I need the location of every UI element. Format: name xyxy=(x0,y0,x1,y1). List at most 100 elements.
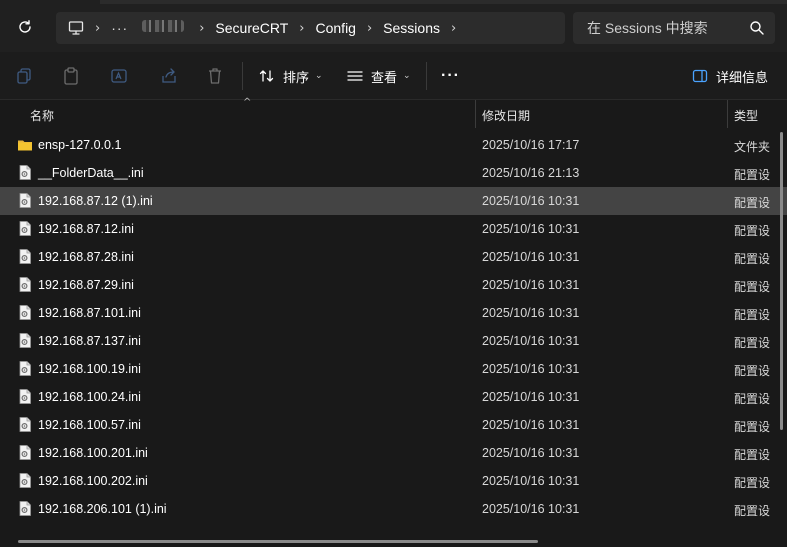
toolbar-divider xyxy=(426,62,427,90)
toolbar-divider xyxy=(242,62,243,90)
ini-file-icon xyxy=(19,305,31,320)
file-row[interactable]: 192.168.100.57.ini 2025/10/16 10:31 配置设 xyxy=(0,411,787,439)
file-name: ensp-127.0.0.1 xyxy=(38,138,122,152)
ini-file-icon xyxy=(19,389,31,404)
ini-file-icon xyxy=(19,361,31,376)
file-modified: 2025/10/16 21:13 xyxy=(482,166,580,180)
file-name: 192.168.87.137.ini xyxy=(38,334,141,348)
view-label: 查看 xyxy=(371,69,398,85)
ini-file-icon xyxy=(19,417,31,432)
breadcrumb-overflow-button[interactable]: ··· xyxy=(111,20,128,36)
ini-file-icon xyxy=(19,333,31,348)
file-type: 配置设 xyxy=(734,196,771,210)
paste-icon[interactable] xyxy=(62,67,80,85)
column-modified-header[interactable]: 修改日期 xyxy=(482,107,530,124)
file-name: 192.168.100.202.ini xyxy=(38,474,148,488)
file-name: 192.168.206.101 (1).ini xyxy=(38,502,167,516)
file-modified: 2025/10/16 10:31 xyxy=(482,474,580,488)
file-name: 192.168.87.28.ini xyxy=(38,250,134,264)
file-modified: 2025/10/16 10:31 xyxy=(482,250,580,264)
vertical-scrollbar[interactable] xyxy=(780,132,783,430)
chevron-right-icon: › xyxy=(95,20,101,36)
blurred-crumb[interactable] xyxy=(142,20,185,36)
chevron-right-icon[interactable]: › xyxy=(451,21,456,36)
sort-ascending-icon: ^ xyxy=(243,97,252,108)
file-name: 192.168.100.24.ini xyxy=(38,390,141,404)
folder-row[interactable]: ensp-127.0.0.1 2025/10/16 17:17 文件夹 xyxy=(0,131,787,159)
file-row[interactable]: 192.168.87.29.ini 2025/10/16 10:31 配置设 xyxy=(0,271,787,299)
file-modified: 2025/10/16 10:31 xyxy=(482,362,580,376)
column-resize-handle[interactable] xyxy=(727,100,728,128)
address-bar-row: › ··· › SecureCRT › Config › Sessions › … xyxy=(0,0,787,52)
file-type: 配置设 xyxy=(734,504,771,518)
file-type: 文件夹 xyxy=(734,140,771,154)
file-type: 配置设 xyxy=(734,336,771,350)
column-name-header[interactable]: 名称 xyxy=(30,107,54,124)
file-type: 配置设 xyxy=(734,252,771,266)
file-name: 192.168.87.12.ini xyxy=(38,222,134,236)
more-options-button[interactable]: ··· xyxy=(441,67,460,85)
folder-icon xyxy=(18,140,32,151)
address-bar[interactable]: › ··· › SecureCRT › Config › Sessions › xyxy=(56,12,565,44)
sort-button[interactable]: 排序 ⌄ xyxy=(259,65,323,87)
file-modified: 2025/10/16 10:31 xyxy=(482,222,580,236)
file-row[interactable]: 192.168.87.12 (1).ini 2025/10/16 10:31 配置设 xyxy=(0,187,787,215)
ini-file-icon xyxy=(19,249,31,264)
breadcrumb-securecrt[interactable]: SecureCRT xyxy=(215,20,288,36)
file-row[interactable]: 192.168.87.101.ini 2025/10/16 10:31 配置设 xyxy=(0,299,787,327)
ini-file-icon xyxy=(19,501,31,516)
this-pc-icon xyxy=(68,21,84,35)
file-row[interactable]: 192.168.100.19.ini 2025/10/16 10:31 配置设 xyxy=(0,355,787,383)
chevron-right-icon: › xyxy=(199,20,205,36)
file-modified: 2025/10/16 10:31 xyxy=(482,390,580,404)
file-modified: 2025/10/16 10:31 xyxy=(482,306,580,320)
copy-icon[interactable] xyxy=(16,67,34,85)
ini-file-icon xyxy=(19,445,31,460)
file-row[interactable]: 192.168.100.202.ini 2025/10/16 10:31 配置设 xyxy=(0,467,787,495)
share-icon[interactable] xyxy=(160,67,178,85)
ini-file-icon xyxy=(19,165,31,180)
file-list: ensp-127.0.0.1 2025/10/16 17:17 文件夹 __Folde… xyxy=(0,131,787,539)
chevron-right-icon: › xyxy=(366,20,373,36)
search-input[interactable]: 在 Sessions 中搜索 xyxy=(573,12,775,44)
breadcrumb-sessions[interactable]: Sessions xyxy=(383,20,440,36)
file-name: 192.168.100.57.ini xyxy=(38,418,141,432)
ini-file-icon xyxy=(19,221,31,236)
file-row[interactable]: 192.168.87.12.ini 2025/10/16 10:31 配置设 xyxy=(0,215,787,243)
file-name: __FolderData__.ini xyxy=(38,166,144,180)
refresh-button[interactable] xyxy=(14,16,36,38)
rename-icon[interactable] xyxy=(110,67,128,85)
file-modified: 2025/10/16 10:31 xyxy=(482,278,580,292)
breadcrumb-config[interactable]: Config xyxy=(316,20,356,36)
horizontal-scrollbar[interactable] xyxy=(18,540,538,543)
view-list-icon xyxy=(347,71,363,81)
file-row[interactable]: 192.168.206.101 (1).ini 2025/10/16 10:31 配… xyxy=(0,495,787,523)
file-type: 配置设 xyxy=(734,392,771,406)
column-resize-handle[interactable] xyxy=(475,100,476,128)
column-type-header[interactable]: 类型 xyxy=(734,107,758,124)
file-type: 配置设 xyxy=(734,364,771,378)
delete-icon[interactable] xyxy=(206,67,224,85)
details-label: 详细信息 xyxy=(716,69,769,85)
file-row[interactable]: 192.168.87.137.ini 2025/10/16 10:31 配置设 xyxy=(0,327,787,355)
ini-file-icon xyxy=(19,473,31,488)
file-name: 192.168.87.101.ini xyxy=(38,306,141,320)
file-type: 配置设 xyxy=(734,448,771,462)
file-row[interactable]: __FolderData__.ini 2025/10/16 21:13 配置设 xyxy=(0,159,787,187)
search-icon[interactable] xyxy=(749,20,765,36)
details-pane-button[interactable]: 详细信息 xyxy=(692,65,768,87)
file-name: 192.168.87.29.ini xyxy=(38,278,134,292)
file-modified: 2025/10/16 10:31 xyxy=(482,502,580,516)
view-button[interactable]: 查看 ⌄ xyxy=(347,65,411,87)
chevron-down-icon: ⌄ xyxy=(315,71,323,81)
file-modified: 2025/10/16 10:31 xyxy=(482,194,580,208)
file-row[interactable]: 192.168.100.24.ini 2025/10/16 10:31 配置设 xyxy=(0,383,787,411)
file-type: 配置设 xyxy=(734,280,771,294)
file-type: 配置设 xyxy=(734,476,771,490)
file-row[interactable]: 192.168.100.201.ini 2025/10/16 10:31 配置设 xyxy=(0,439,787,467)
file-type: 配置设 xyxy=(734,420,771,434)
column-header: ^ 名称 修改日期 类型 xyxy=(0,97,787,128)
search-placeholder: 在 Sessions 中搜索 xyxy=(587,20,708,36)
title-strip xyxy=(100,0,787,4)
file-row[interactable]: 192.168.87.28.ini 2025/10/16 10:31 配置设 xyxy=(0,243,787,271)
